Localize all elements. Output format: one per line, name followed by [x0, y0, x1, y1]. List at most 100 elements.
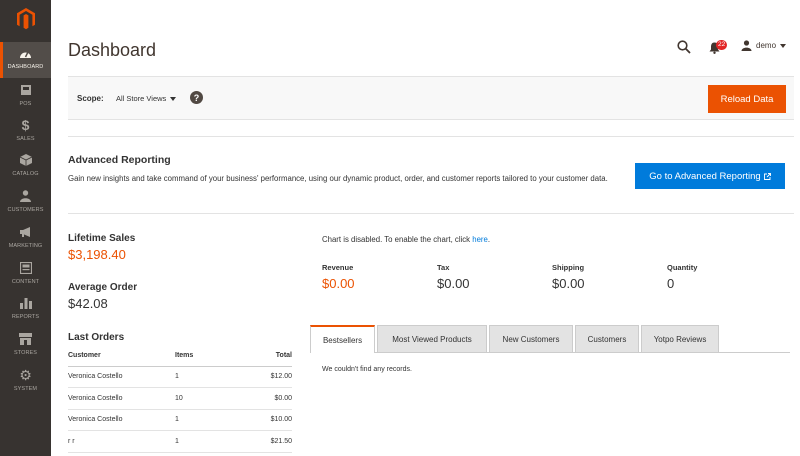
go-to-advanced-reporting-button[interactable]: Go to Advanced Reporting [635, 163, 785, 189]
sidebar-item-marketing[interactable]: MARKETING [0, 221, 51, 257]
chart-message-text: Chart is disabled. To enable the chart, … [322, 235, 473, 244]
content-icon [19, 261, 33, 275]
metric-label: Shipping [552, 263, 585, 272]
lifetime-sales-label: Lifetime Sales [68, 233, 136, 244]
sidebar-item-label: STORES [13, 350, 38, 356]
sidebar-item-catalog[interactable]: CATALOG [0, 149, 51, 185]
metric-value: $0.00 [552, 276, 585, 291]
no-records-message: We couldn't find any records. [322, 366, 412, 373]
sidebar-item-label: MARKETING [8, 243, 43, 249]
tab-new-customers[interactable]: New Customers [489, 325, 573, 353]
metric-label: Quantity [667, 263, 698, 272]
sidebar-item-customers[interactable]: CUSTOMERS [0, 185, 51, 221]
tab-customers[interactable]: Customers [575, 325, 639, 353]
order-items: 1 [175, 409, 240, 431]
sidebar-item-content[interactable]: CONTENT [0, 257, 51, 293]
average-order-value: $42.08 [68, 296, 108, 311]
order-items: 10 [175, 387, 240, 410]
metric-value: $0.00 [322, 276, 355, 291]
tab-most-viewed-products[interactable]: Most Viewed Products [377, 325, 487, 353]
search-icon[interactable] [677, 40, 693, 56]
order-items: 1 [175, 366, 240, 388]
metric-label: Tax [437, 263, 450, 272]
column-header-customer: Customer [68, 346, 175, 367]
dollar-icon: $ [21, 117, 30, 133]
bar-chart-icon [19, 296, 33, 310]
tab-bestsellers[interactable]: Bestsellers [310, 325, 375, 353]
order-customer: Veronica Costello [68, 366, 175, 388]
scope-label: Scope: [77, 94, 104, 103]
store-icon [19, 332, 33, 346]
magento-logo[interactable] [0, 0, 51, 38]
page-title: Dashboard [68, 40, 157, 60]
sidebar-item-pos[interactable]: POS [0, 79, 51, 115]
sidebar-item-label: POS [19, 101, 32, 107]
notifications-badge[interactable]: 22 [716, 40, 728, 50]
column-header-items: Items [175, 346, 240, 367]
metric-tax: Tax $0.00 [437, 263, 470, 291]
tab-yotpo-reviews[interactable]: Yotpo Reviews [641, 325, 719, 353]
order-total: $0.00 [240, 387, 292, 410]
table-row[interactable]: Veronica Costello 1 $10.00 [68, 409, 292, 431]
scope-switcher[interactable]: All Store Views [116, 94, 177, 103]
chart-disabled-message: Chart is disabled. To enable the chart, … [322, 235, 490, 244]
admin-sidebar: DASHBOARD POS $ SALES CATALOG CUSTOMERS … [0, 0, 51, 456]
metric-quantity: Quantity 0 [667, 263, 697, 291]
sidebar-item-stores[interactable]: STORES [0, 328, 51, 364]
table-row[interactable]: Veronica Costello 10 $0.00 [68, 387, 292, 410]
sidebar-item-label: DASHBOARD [7, 64, 44, 70]
sidebar-item-label: CUSTOMERS [7, 207, 44, 213]
sidebar-item-dashboard[interactable]: DASHBOARD [0, 42, 51, 78]
divider [68, 213, 794, 214]
order-customer: Veronica Costello [68, 409, 175, 431]
user-menu[interactable]: demo [741, 40, 787, 51]
metric-revenue: Revenue $0.00 [322, 263, 355, 291]
table-header-row: Customer Items Total [68, 346, 292, 367]
user-icon [741, 40, 752, 51]
external-link-icon [763, 172, 771, 180]
box-icon [19, 153, 33, 167]
chevron-down-icon [170, 96, 177, 101]
chevron-down-icon [780, 43, 787, 48]
scope-value: All Store Views [116, 94, 167, 103]
metric-shipping: Shipping $0.00 [552, 263, 585, 291]
metric-value: $0.00 [437, 276, 470, 291]
order-total: $21.50 [240, 430, 292, 453]
last-orders-title: Last Orders [68, 332, 125, 343]
last-orders-table: Customer Items Total Veronica Costello 1… [68, 346, 292, 453]
sidebar-item-sales[interactable]: $ SALES [0, 114, 51, 150]
column-header-total: Total [240, 346, 292, 367]
sidebar-item-system[interactable]: ⚙ SYSTEM [0, 364, 51, 400]
order-items: 1 [175, 430, 240, 453]
sidebar-item-label: SALES [16, 136, 35, 142]
button-label: Go to Advanced Reporting [649, 170, 761, 182]
order-customer: r r [68, 430, 175, 453]
advanced-reporting-title: Advanced Reporting [68, 154, 171, 166]
metric-label: Revenue [322, 263, 354, 272]
reload-data-button[interactable]: Reload Data [708, 85, 786, 113]
table-row[interactable]: r r 1 $21.50 [68, 430, 292, 453]
divider [68, 136, 794, 137]
magento-logo-icon [16, 8, 35, 30]
sidebar-item-label: REPORTS [11, 314, 40, 320]
tabs-divider [375, 352, 790, 353]
chart-message-period: . [487, 235, 491, 244]
dashboard-icon [19, 46, 33, 60]
advanced-reporting-description: Gain new insights and take command of yo… [68, 174, 608, 183]
megaphone-icon [19, 225, 33, 239]
order-customer: Veronica Costello [68, 387, 175, 410]
average-order-label: Average Order [68, 282, 138, 293]
table-row[interactable]: Veronica Costello 1 $12.00 [68, 366, 292, 388]
order-total: $10.00 [240, 409, 292, 431]
metric-value: 0 [667, 276, 675, 291]
sidebar-item-label: CATALOG [12, 171, 39, 177]
sidebar-item-reports[interactable]: REPORTS [0, 292, 51, 328]
help-icon[interactable]: ? [190, 91, 203, 104]
gear-icon: ⚙ [19, 366, 32, 383]
enable-chart-link[interactable]: here [472, 235, 488, 244]
lifetime-sales-value: $3,198.40 [68, 247, 126, 262]
user-name: demo [756, 41, 777, 50]
sidebar-item-label: SYSTEM [13, 386, 38, 392]
sidebar-item-label: CONTENT [11, 279, 40, 285]
pos-icon [19, 83, 33, 97]
